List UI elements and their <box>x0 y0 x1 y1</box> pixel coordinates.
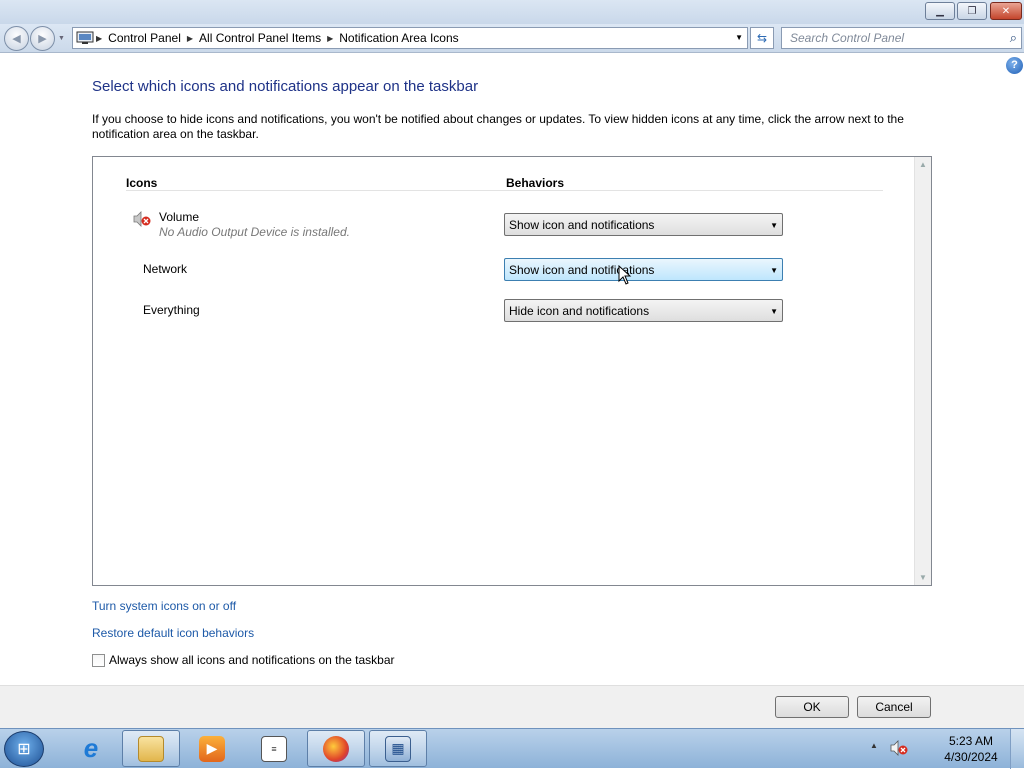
navigation-bar: ◀ ▶ ▼ ▶ Control Panel ▶ All Control Pane… <box>0 24 1024 53</box>
system-clock[interactable]: 5:23 AM 4/30/2024 <box>936 733 1006 765</box>
turn-system-icons-link[interactable]: Turn system icons on or off <box>92 599 236 613</box>
column-header-behaviors: Behaviors <box>506 176 565 190</box>
firefox-icon <box>323 735 349 762</box>
network-behavior-value: Show icon and notifications <box>509 263 655 277</box>
internet-explorer-icon: e <box>83 733 99 763</box>
clock-date: 4/30/2024 <box>944 750 998 764</box>
show-desktop-button[interactable] <box>1010 729 1024 769</box>
recent-pages-icon[interactable]: ▼ <box>58 35 65 42</box>
forward-arrow-icon: ▶ <box>38 33 47 45</box>
control-panel-icon: ▦ <box>385 735 411 762</box>
header-divider <box>126 190 883 191</box>
everything-behavior-value: Hide icon and notifications <box>509 304 650 318</box>
mouse-cursor-icon <box>618 265 632 285</box>
taskbar-internet-explorer[interactable]: e <box>62 730 120 767</box>
show-hidden-icons-icon[interactable]: ▲ <box>870 741 878 750</box>
file-explorer-icon <box>138 735 164 762</box>
taskbar-media-player[interactable]: ▶ <box>183 730 241 767</box>
search-input[interactable]: Search Control Panel ⌕ <box>781 27 1022 49</box>
chevron-down-icon: ▼ <box>770 266 778 275</box>
ok-button[interactable]: OK <box>775 696 849 718</box>
page-title: Select which icons and notifications app… <box>92 78 479 95</box>
address-dropdown-icon[interactable]: ▼ <box>735 33 743 42</box>
volume-label: Volume <box>159 210 200 224</box>
minimize-button[interactable]: ▁ <box>925 2 955 20</box>
breadcrumb-all-items[interactable]: All Control Panel Items <box>199 31 321 45</box>
back-button[interactable]: ◀ <box>4 26 29 51</box>
forward-button[interactable]: ▶ <box>30 26 55 51</box>
refresh-button[interactable]: ⇆ <box>750 27 774 49</box>
title-bar: ▁ ❐ ✕ <box>0 0 1024 24</box>
always-show-label[interactable]: Always show all icons and notifications … <box>109 653 395 667</box>
control-panel-icon <box>76 31 94 44</box>
search-icon[interactable]: ⌕ <box>1010 30 1017 46</box>
taskbar-control-panel[interactable]: ▦ <box>369 730 427 767</box>
windows-logo-icon: ⊞ <box>17 741 31 758</box>
network-behavior-dropdown[interactable]: Show icon and notifications ▼ <box>504 258 783 281</box>
close-button[interactable]: ✕ <box>990 2 1022 20</box>
maximize-button[interactable]: ❐ <box>957 2 987 20</box>
volume-behavior-value: Show icon and notifications <box>509 218 655 232</box>
taskbar: ⊞ e ▶ ≡ ▦ ▲ 5:23 AM 4/30/2024 <box>0 728 1024 769</box>
page-description: If you choose to hide icons and notifica… <box>92 112 904 141</box>
everything-behavior-dropdown[interactable]: Hide icon and notifications ▼ <box>504 299 783 322</box>
taskbar-firefox[interactable] <box>307 730 365 767</box>
taskbar-text-editor[interactable]: ≡ <box>245 730 303 767</box>
clock-time: 5:23 AM <box>948 734 994 748</box>
address-bar[interactable]: ▶ Control Panel ▶ All Control Panel Item… <box>72 27 748 49</box>
breadcrumb-notification-area-icons[interactable]: Notification Area Icons <box>339 31 458 45</box>
volume-behavior-dropdown[interactable]: Show icon and notifications ▼ <box>504 213 783 236</box>
icons-list-panel: Icons Behaviors Volume No Audio Output D… <box>92 156 932 586</box>
chevron-down-icon: ▼ <box>770 307 778 316</box>
help-button[interactable]: ? <box>1006 57 1023 74</box>
volume-status: No Audio Output Device is installed. <box>159 225 350 239</box>
chevron-down-icon: ▼ <box>770 221 778 230</box>
scroll-down-icon[interactable]: ▼ <box>919 573 927 582</box>
cancel-button[interactable]: Cancel <box>857 696 931 718</box>
search-placeholder: Search Control Panel <box>790 31 905 45</box>
breadcrumb-separator-icon: ▶ <box>327 33 334 43</box>
back-arrow-icon: ◀ <box>12 33 21 45</box>
taskbar-file-explorer[interactable] <box>122 730 180 767</box>
breadcrumb-separator-icon: ▶ <box>96 33 103 43</box>
everything-label: Everything <box>143 303 200 317</box>
refresh-icon: ⇆ <box>756 31 768 45</box>
start-button[interactable]: ⊞ <box>4 731 44 767</box>
text-editor-icon: ≡ <box>261 735 287 762</box>
scroll-up-icon[interactable]: ▲ <box>919 160 927 169</box>
speaker-muted-icon[interactable] <box>890 739 908 757</box>
breadcrumb-control-panel[interactable]: Control Panel <box>108 31 181 45</box>
speaker-muted-icon <box>133 211 151 227</box>
network-label: Network <box>143 262 188 276</box>
breadcrumb-separator-icon: ▶ <box>186 33 194 43</box>
dialog-footer: OK Cancel <box>0 685 1024 728</box>
always-show-checkbox[interactable] <box>92 654 105 667</box>
vertical-scrollbar[interactable]: ▲ ▼ <box>914 157 931 585</box>
restore-defaults-link[interactable]: Restore default icon behaviors <box>92 626 254 640</box>
media-player-icon: ▶ <box>199 735 225 762</box>
column-header-icons: Icons <box>126 176 158 190</box>
